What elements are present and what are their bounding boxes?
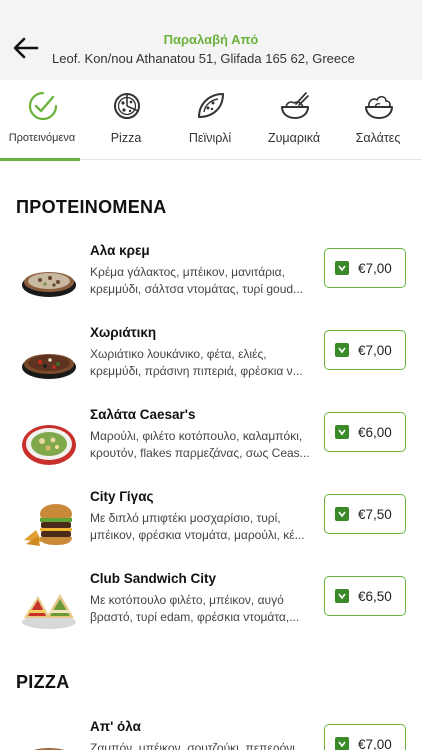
pizza-image xyxy=(22,354,76,379)
item-description: Ζαμπόν, μπέικον, σουτζούκι, πεπερόνι, xyxy=(90,741,299,750)
club-sandwich-image xyxy=(22,594,76,629)
tab-pasta[interactable]: Ζυμαρικά xyxy=(252,80,336,160)
item-name: Club Sandwich City xyxy=(90,571,217,586)
pizza-image xyxy=(22,272,76,297)
item-name: City Γίγας xyxy=(90,489,154,504)
tab-peinirli[interactable]: Πεϊνιρλί xyxy=(168,80,252,160)
pickup-address[interactable]: Leof. Kon/nou Athanatou 51, Glifada 165 … xyxy=(52,51,422,66)
add-to-cart-button[interactable]: €6,00 xyxy=(324,412,406,452)
menu-item[interactable]: Σαλάτα Caesar's Μαρούλι, φιλέτο κοτόπουλ… xyxy=(0,404,422,484)
pizza-icon xyxy=(114,93,140,119)
item-price: €7,50 xyxy=(358,506,392,522)
item-price: €7,00 xyxy=(358,736,392,750)
menu-item[interactable]: Απ' όλα Ζαμπόν, μπέικον, σουτζούκι, πεπε… xyxy=(0,716,422,750)
peinirli-icon xyxy=(198,93,224,118)
menu-item[interactable]: Club Sandwich City Με κοτόπουλο φιλέτο, … xyxy=(0,568,422,648)
check-circle-icon xyxy=(28,91,58,121)
header-bar: Παραλαβή Από Leof. Kon/nou Athanatou 51,… xyxy=(0,0,422,80)
cart-icon xyxy=(335,343,349,357)
tab-pizza[interactable]: Pizza xyxy=(84,80,168,160)
tab-label: Προτεινόμενα xyxy=(8,132,76,144)
item-description: Κρέμα γάλακτος, μπέικον, μανιτάρια, κρεμ… xyxy=(90,265,304,296)
pickup-title: Παραλαβή Από xyxy=(163,32,259,47)
item-description: Χωριάτικο λουκάνικο, φέτα, ελιές, κρεμμύ… xyxy=(90,347,303,378)
section-title-recommended: ΠΡΟΤΕΙΝΟΜΕΝΑ xyxy=(16,197,167,217)
tab-label: Pizza xyxy=(110,131,142,145)
menu-item[interactable]: Αλα κρεμ Κρέμα γάλακτος, μπέικον, μανιτά… xyxy=(0,240,422,320)
salad-bowl-icon xyxy=(365,95,393,119)
section-title-pizza: PIZZA xyxy=(16,672,70,692)
tab-label: Σαλάτες xyxy=(355,131,401,145)
pasta-bowl-icon xyxy=(281,92,309,119)
cart-icon xyxy=(335,507,349,521)
tab-recommended[interactable]: Προτεινόμενα xyxy=(0,80,84,161)
item-price: €7,00 xyxy=(358,260,392,276)
add-to-cart-button[interactable]: €7,50 xyxy=(324,494,406,534)
add-to-cart-button[interactable]: €6,50 xyxy=(324,576,406,616)
add-to-cart-button[interactable]: €7,00 xyxy=(324,248,406,288)
burger-image xyxy=(24,504,72,546)
item-price: €6,50 xyxy=(358,588,392,604)
item-name: Απ' όλα xyxy=(90,719,141,734)
item-price: €6,00 xyxy=(358,424,392,440)
item-name: Χωριάτικη xyxy=(90,325,157,340)
add-to-cart-button[interactable]: €7,00 xyxy=(324,330,406,370)
add-to-cart-button[interactable]: €7,00 xyxy=(324,724,406,750)
item-name: Σαλάτα Caesar's xyxy=(90,407,196,422)
item-description: Με κοτόπουλο φιλέτο, μπέικον, αυγό βραστ… xyxy=(90,593,300,624)
item-name: Αλα κρεμ xyxy=(90,243,150,258)
tab-label: Πεϊνιρλί xyxy=(188,131,232,145)
cart-icon xyxy=(335,425,349,439)
menu-item[interactable]: Χωριάτικη Χωριάτικο λουκάνικο, φέτα, ελι… xyxy=(0,322,422,402)
cart-icon xyxy=(335,261,349,275)
pizza-image xyxy=(34,748,64,750)
category-tabs: Προτεινόμενα Pizza Πεϊνιρλί Ζυμαρικά Σαλ… xyxy=(0,80,422,161)
salad-image xyxy=(22,425,76,465)
tab-label: Ζυμαρικά xyxy=(267,131,321,145)
cart-icon xyxy=(335,737,349,750)
menu-item[interactable]: City Γίγας Με διπλό μπιφτέκι μοσχαρίσιο,… xyxy=(0,486,422,566)
item-description: Μαρούλι, φιλέτο κοτόπουλο, καλαμπόκι, κρ… xyxy=(90,429,310,460)
tab-salads[interactable]: Σαλάτες xyxy=(336,80,420,160)
cart-icon xyxy=(335,589,349,603)
item-description: Με διπλό μπιφτέκι μοσχαρίσιο, τυρί, μπέι… xyxy=(90,511,305,542)
item-price: €7,00 xyxy=(358,342,392,358)
